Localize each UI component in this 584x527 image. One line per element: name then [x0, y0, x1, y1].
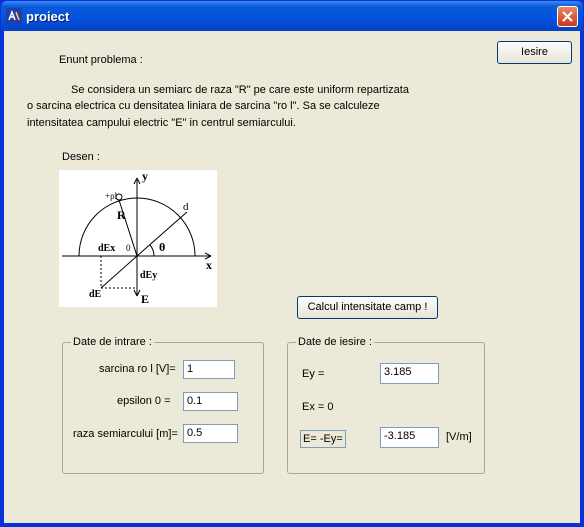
label-x: x: [206, 258, 212, 272]
label-dE: dE: [89, 289, 102, 300]
outputs-group-title: Date de iesire :: [296, 336, 374, 348]
close-icon: [562, 11, 573, 22]
label-theta: θ: [159, 240, 165, 254]
label-dEy: dEy: [140, 270, 157, 281]
app-icon: [6, 8, 22, 24]
charge-density-input[interactable]: 1: [183, 360, 235, 379]
drawing-label: Desen :: [62, 151, 100, 163]
window-title: proiect: [26, 9, 70, 24]
ex-label: Ex = 0: [302, 401, 334, 413]
close-button[interactable]: [557, 6, 578, 27]
client-area: Iesire Enunt problema : Se considera un …: [4, 31, 580, 523]
inputs-groupbox: Date de intrare : sarcina ro l [V]= 1 ep…: [62, 336, 264, 474]
label-y: y: [142, 170, 148, 183]
exit-button-label: Iesire: [521, 46, 548, 58]
app-window: proiect Iesire Enunt problema : Se consi…: [0, 0, 584, 527]
radius-label: raza semiarcului [m]=: [73, 428, 178, 440]
problem-text-line2: o sarcina electrica cu densitatea liniar…: [27, 100, 380, 112]
inputs-group-title: Date de intrare :: [71, 336, 154, 348]
label-R: R: [117, 208, 126, 222]
charge-density-label: sarcina ro l [V]=: [99, 363, 176, 375]
e-output[interactable]: -3.185: [380, 427, 439, 448]
radius-input[interactable]: 0.5: [183, 424, 238, 443]
title-bar[interactable]: proiect: [1, 1, 583, 31]
e-unit-label: [V/m]: [446, 431, 472, 443]
ey-label: Ey =: [302, 368, 325, 380]
calculate-button[interactable]: Calcul intensitate camp !: [297, 296, 438, 319]
problem-heading: Enunt problema :: [59, 54, 143, 66]
label-zero: 0: [126, 243, 131, 253]
label-d: d: [183, 201, 189, 213]
label-E: E: [141, 292, 149, 306]
e-label: E= -Ey=: [300, 430, 346, 448]
epsilon-input[interactable]: 0.1: [183, 392, 238, 411]
epsilon-label: epsilon 0 =: [117, 395, 171, 407]
label-rho: +ρl: [105, 191, 118, 201]
diagram-svg: y x +ρl R d θ 0 dEx dEy dE E: [62, 169, 212, 306]
calculate-button-label: Calcul intensitate camp !: [307, 301, 428, 313]
ey-output[interactable]: 3.185: [380, 363, 439, 384]
outputs-groupbox: Date de iesire : Ey = 3.185 Ex = 0 E= -E…: [287, 336, 485, 474]
problem-text-line3: intensitatea campului electric "E" in ce…: [27, 117, 296, 129]
physics-diagram: y x +ρl R d θ 0 dEx dEy dE E: [59, 169, 217, 307]
label-dEx: dEx: [98, 243, 115, 254]
exit-button[interactable]: Iesire: [497, 41, 572, 64]
problem-text-line1: Se considera un semiarc de raza "R" pe c…: [71, 84, 409, 96]
